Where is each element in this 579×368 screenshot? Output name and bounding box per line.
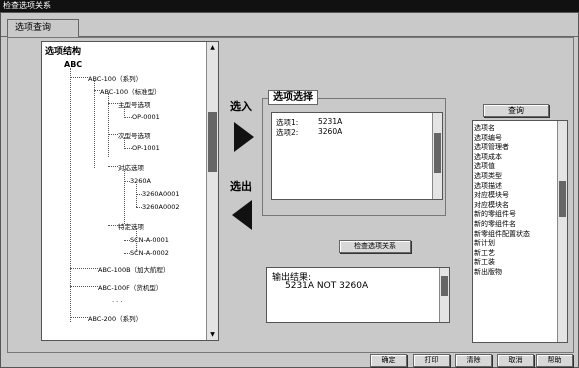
tree-connector [108, 166, 118, 167]
scroll-thumb[interactable] [208, 112, 217, 172]
selected-option-value: 5231A [318, 117, 343, 126]
tree-connector [94, 80, 95, 168]
scroll-up-icon[interactable]: ▲ [208, 43, 217, 52]
output-result-box: 输出结果: 5231A NOT 3260A [266, 267, 450, 323]
tree-connector [70, 317, 88, 318]
option-selection-title: 选项选择 [268, 90, 318, 105]
field-list-scrollbar[interactable] [557, 121, 567, 342]
check-option-relation-button[interactable]: 检查选项关系 [339, 240, 411, 253]
output-scrollbar[interactable] [439, 268, 449, 322]
tree-node[interactable]: ABC-100F（货机型） [98, 282, 162, 292]
tab-option-query[interactable]: 选项查询 [7, 19, 79, 38]
select-in-label: 选入 [230, 100, 252, 113]
tree-connector [70, 77, 88, 78]
tree-node[interactable]: 3260A0002 [142, 203, 180, 211]
query-field-item[interactable]: 新工艺 [473, 248, 495, 258]
query-field-item[interactable]: 新的零组件名 [473, 219, 516, 229]
tree-connector [108, 225, 118, 226]
query-field-item[interactable]: 新零组件配置状态 [473, 229, 530, 239]
query-field-item[interactable]: 选项描述 [473, 181, 502, 191]
tree-connector [124, 240, 130, 241]
tree-node[interactable]: 主型号选项 [118, 99, 151, 109]
tree-connector [94, 90, 100, 91]
query-button[interactable]: 查询 [483, 104, 549, 117]
selected-option-value: 3260A [318, 127, 343, 136]
query-field-item[interactable]: 新工装 [473, 257, 495, 267]
query-field-item[interactable]: 选项类型 [473, 171, 502, 181]
tree-scrollbar[interactable]: ▲ ▼ [206, 42, 218, 340]
tree-connector [136, 184, 137, 207]
tree-node[interactable]: ABC-100（系列） [88, 73, 142, 83]
output-value: 5231A NOT 3260A [285, 281, 369, 291]
tree-node[interactable]: OP-0001 [132, 113, 160, 121]
query-field-item[interactable]: 选项值 [473, 161, 495, 171]
option-selection-group: 选项选择 选项1: 5231A 选项2: 3260A [262, 90, 446, 216]
scroll-thumb[interactable] [434, 133, 441, 173]
tree-connector [108, 134, 118, 135]
query-field-item[interactable]: 选项成本 [473, 152, 502, 162]
tree-connector [136, 207, 142, 208]
window-title: 检查选项关系 [3, 1, 51, 10]
tree-connector [108, 103, 118, 104]
scroll-thumb[interactable] [441, 276, 448, 296]
query-field-item[interactable]: 对应模块号 [473, 190, 509, 200]
tree-node[interactable]: ABC-200（系列） [88, 313, 142, 323]
tab-bar: 选项查询 [1, 17, 578, 38]
tree-connector [124, 148, 132, 149]
scroll-down-icon[interactable]: ▼ [208, 330, 217, 339]
select-in-arrow-icon[interactable] [234, 122, 254, 152]
tree-canvas: ABC ABC-100（系列） ABC-100（标准型） 主型号选项 OP-0001 次型… [42, 42, 206, 340]
select-out-label: 选出 [230, 180, 252, 193]
tree-node[interactable]: ABC-100（标准型） [100, 86, 161, 96]
query-field-item[interactable]: 对应模块名 [473, 200, 509, 210]
window-title-bar: 检查选项关系 [0, 0, 579, 12]
tree-connector [124, 253, 130, 254]
tree-connector [70, 268, 98, 269]
tree-node[interactable]: 次型号选项 [118, 130, 151, 140]
tree-node[interactable]: 特定选项 [118, 221, 144, 231]
print-button[interactable]: 打印 [413, 354, 450, 367]
tree-node[interactable]: 对応选项 [118, 162, 144, 172]
tree-node[interactable]: OP-1001 [132, 144, 160, 152]
selected-option[interactable]: 选项2: 3260A [276, 127, 342, 138]
clear-button[interactable]: 清除 [455, 354, 492, 367]
option-selection-list[interactable]: 选项1: 5231A 选项2: 3260A [271, 112, 443, 200]
tree-connector [124, 106, 125, 116]
tree-node[interactable]: ABC [64, 60, 82, 69]
query-field-item[interactable]: 新计划 [473, 238, 495, 248]
tree-connector [124, 117, 132, 118]
query-field-item[interactable]: 选项管理者 [473, 142, 509, 152]
ok-button[interactable]: 确定 [370, 354, 407, 367]
tree-connector [136, 194, 142, 195]
main-window: 选项查询 选项结构 ABC ABC-100（系列） ABC-100（标准型） 主型号选… [0, 12, 579, 368]
tree-connector [70, 68, 71, 322]
cancel-button[interactable]: 取消 [497, 354, 534, 367]
query-field-item[interactable]: 选项名 [473, 123, 495, 133]
tree-connector [70, 286, 98, 287]
query-field-list[interactable]: 选项名 选项编号 选项管理者 选项成本 选项值 选项类型 选项描述 对应模块号 对应模块名 新的零… [472, 120, 568, 343]
selected-option-key: 选项1: [276, 118, 299, 127]
query-panel: 选项结构 ABC ABC-100（系列） ABC-100（标准型） 主型号选项 OP-0… [7, 37, 574, 353]
tree-node[interactable]: 3260A0001 [142, 190, 180, 198]
option-structure-tree[interactable]: 选项结构 ABC ABC-100（系列） ABC-100（标准型） 主型号选项 OP-0… [41, 41, 219, 341]
help-button[interactable]: 帮助 [536, 354, 573, 367]
query-field-item[interactable]: 新出版物 [473, 267, 502, 277]
tree-connector [124, 181, 130, 182]
tree-connector [136, 228, 137, 252]
scroll-thumb[interactable] [559, 181, 566, 217]
selection-scrollbar[interactable] [432, 113, 442, 199]
select-out-arrow-icon[interactable] [232, 200, 252, 230]
tree-connector [124, 169, 125, 224]
tree-node[interactable]: 3260A [130, 177, 151, 185]
tree-connector [124, 137, 125, 147]
tree-node[interactable]: ABC-100B（加大航程） [98, 264, 170, 274]
query-field-item[interactable]: 新的零组件号 [473, 209, 516, 219]
tree-node[interactable]: . . . [112, 296, 122, 304]
footer-bar: 确定 打印 清除 取消 帮助 [1, 353, 578, 367]
query-field-item[interactable]: 选项编号 [473, 133, 502, 143]
selected-option-key: 选项2: [276, 128, 299, 137]
